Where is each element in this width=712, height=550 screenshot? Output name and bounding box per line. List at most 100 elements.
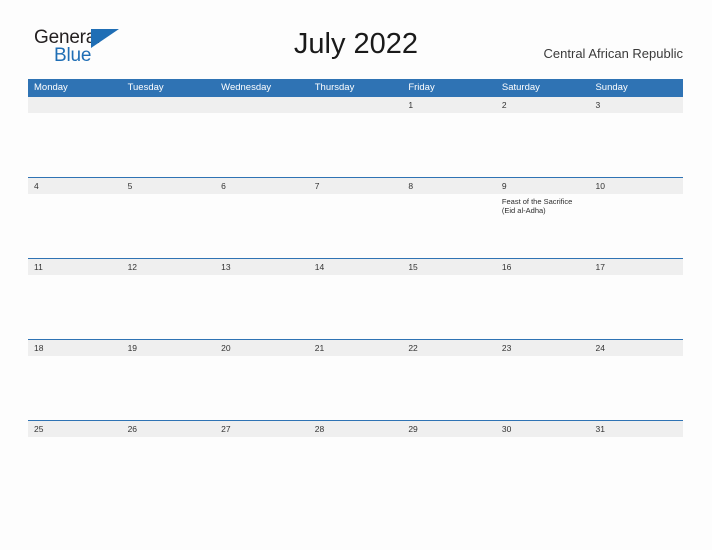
day-cell[interactable]: 15 (402, 259, 496, 339)
day-number-strip: 2 (495, 97, 590, 113)
day-cell[interactable]: 6 (215, 178, 309, 258)
day-number-strip: 3 (589, 97, 684, 113)
day-cell[interactable]: 28 (308, 421, 403, 501)
day-number: 18 (34, 343, 44, 353)
day-number-strip: 18 (28, 340, 122, 356)
day-cell[interactable]: 7 (308, 178, 403, 258)
day-number: 3 (595, 100, 601, 110)
day-events (28, 113, 122, 116)
day-cell[interactable]: 16 (495, 259, 590, 339)
day-number: 16 (501, 262, 512, 272)
calendar-week-row: 1 2 3 (28, 96, 684, 177)
day-number: 15 (408, 262, 418, 272)
day-cell[interactable]: 12 (121, 259, 216, 339)
day-cell[interactable]: 31 (589, 421, 684, 501)
day-cell[interactable]: 9 Feast of the Sacrifice (Eid al-Adha) (495, 178, 590, 258)
calendar-page: General Blue July 2022 Central African R… (0, 0, 712, 550)
day-number-strip: 12 (121, 259, 216, 275)
day-number: 24 (595, 343, 605, 353)
day-number: 19 (127, 343, 138, 353)
day-events (402, 356, 496, 359)
day-events (402, 194, 496, 197)
day-number-strip: 31 (589, 421, 684, 437)
day-cell[interactable]: 23 (495, 340, 590, 420)
day-cell[interactable]: 13 (215, 259, 309, 339)
dow-wednesday: Wednesday (221, 82, 272, 93)
dow-sunday: Sunday (595, 82, 628, 93)
day-events (402, 113, 496, 116)
day-cell[interactable]: 26 (121, 421, 216, 501)
day-events (402, 275, 496, 278)
day-cell[interactable]: 24 (589, 340, 684, 420)
day-cell[interactable]: 27 (215, 421, 309, 501)
day-cell[interactable]: 22 (402, 340, 496, 420)
day-cell[interactable]: 29 (402, 421, 496, 501)
calendar-grid: Monday Tuesday Wednesday Thursday Friday… (28, 79, 684, 501)
day-events (122, 275, 216, 278)
dow-monday: Monday (34, 82, 68, 93)
day-cell[interactable]: 19 (121, 340, 216, 420)
day-cell[interactable]: 30 (495, 421, 590, 501)
day-cell[interactable]: 25 (28, 421, 122, 501)
day-number-strip: 22 (402, 340, 496, 356)
day-number-strip: 26 (121, 421, 216, 437)
day-cell[interactable]: 17 (589, 259, 684, 339)
day-number: 4 (34, 181, 39, 191)
day-cell[interactable]: 20 (215, 340, 309, 420)
day-cell[interactable]: 5 (121, 178, 216, 258)
day-events (496, 113, 590, 116)
day-cell[interactable]: 2 (495, 97, 590, 177)
day-number-strip: 21 (308, 340, 403, 356)
day-cell[interactable] (308, 97, 403, 177)
day-events (28, 356, 122, 359)
day-events (309, 194, 403, 197)
day-cell[interactable]: 18 (28, 340, 122, 420)
day-events (309, 356, 403, 359)
day-number: 9 (501, 181, 507, 191)
day-number-strip: 19 (121, 340, 216, 356)
day-events (402, 437, 496, 440)
day-cell[interactable]: 21 (308, 340, 403, 420)
day-events (309, 437, 403, 440)
day-cell[interactable]: 3 (589, 97, 684, 177)
day-cell[interactable]: 1 (402, 97, 496, 177)
day-cell[interactable]: 14 (308, 259, 403, 339)
day-number: 20 (221, 343, 231, 353)
day-cell[interactable]: 4 (28, 178, 122, 258)
day-number: 7 (314, 181, 320, 191)
day-cell[interactable] (215, 97, 309, 177)
day-number: 23 (501, 343, 512, 353)
day-number: 13 (221, 262, 231, 272)
calendar-week-row: 25 26 27 28 29 30 31 (28, 420, 684, 501)
day-number-strip: 11 (28, 259, 122, 275)
calendar-week-row: 11 12 13 14 15 16 17 (28, 258, 684, 339)
day-cell[interactable]: 11 (28, 259, 122, 339)
day-number-strip: 13 (215, 259, 309, 275)
day-events (589, 437, 683, 440)
day-number: 1 (408, 100, 414, 110)
day-cell[interactable] (28, 97, 122, 177)
day-number-strip (121, 97, 216, 113)
day-number-strip: 9 (495, 178, 590, 194)
day-cell[interactable]: 10 (589, 178, 684, 258)
day-number-strip: 24 (589, 340, 684, 356)
dow-saturday: Saturday (501, 82, 540, 93)
day-number-strip: 10 (589, 178, 684, 194)
day-events (215, 356, 309, 359)
day-events (496, 437, 590, 440)
day-number: 30 (501, 424, 512, 434)
dow-tuesday: Tuesday (127, 82, 164, 93)
day-cell[interactable] (121, 97, 216, 177)
day-number-strip: 1 (402, 97, 496, 113)
day-number: 29 (408, 424, 418, 434)
day-number-strip: 6 (215, 178, 309, 194)
day-cell[interactable]: 8 (402, 178, 496, 258)
day-number-strip: 17 (589, 259, 684, 275)
country-label: Central African Republic (543, 46, 683, 61)
day-number: 27 (221, 424, 231, 434)
day-events: Feast of the Sacrifice (Eid al-Adha) (496, 194, 590, 216)
day-number: 22 (408, 343, 418, 353)
day-number: 17 (595, 262, 605, 272)
day-events (496, 356, 590, 359)
day-number: 26 (127, 424, 138, 434)
